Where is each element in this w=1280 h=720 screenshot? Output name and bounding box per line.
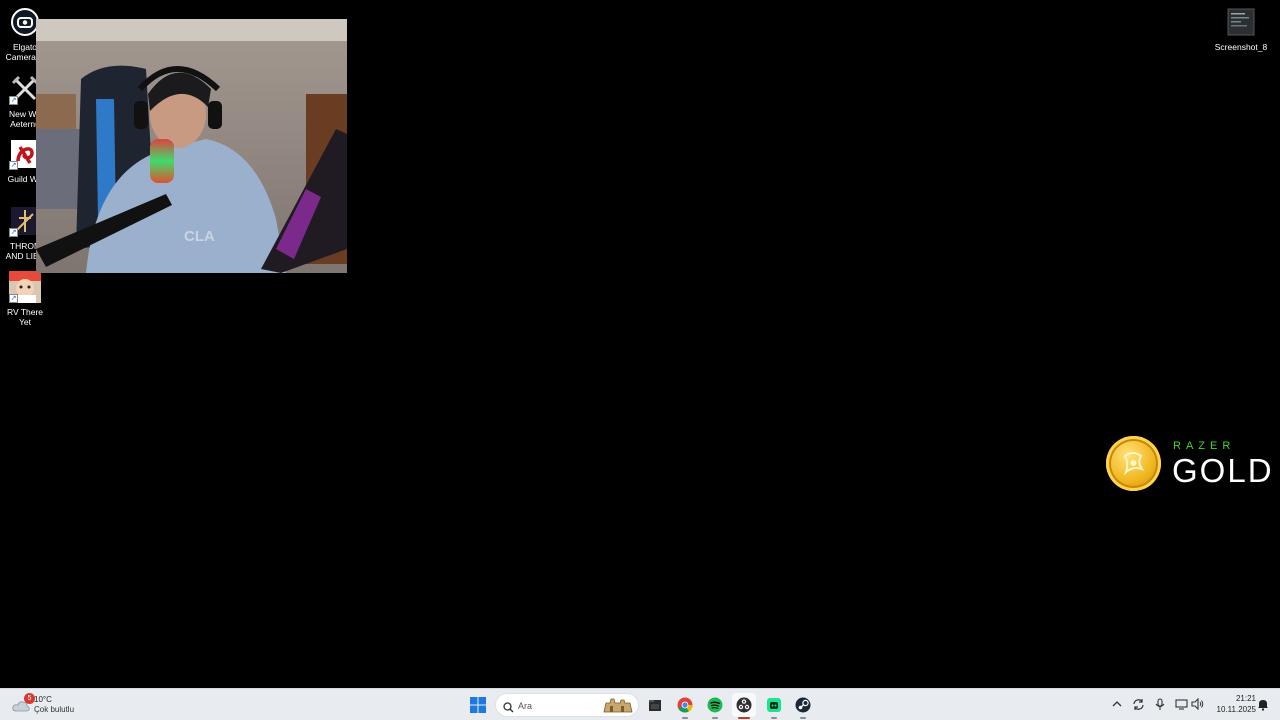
weather-temperature: 10°C [34,695,52,704]
chevron-up-icon [1112,701,1122,707]
clock-date: 10.11.2025 [1216,705,1256,714]
taskbar-obs[interactable] [732,693,756,719]
clock-time: 21:21 [1235,694,1256,703]
network-icon [1174,699,1188,710]
search-icon [503,700,514,718]
razer-brand-text: RAZER [1173,440,1236,452]
search-highlight-icon [602,697,634,718]
weather-widget[interactable]: 5 10°C Çok bulutlu [8,693,88,717]
shortcut-arrow-icon: ↗ [9,96,18,105]
tray-microphone[interactable] [1153,697,1167,711]
bell-icon [1258,698,1269,710]
tray-volume[interactable] [1190,697,1204,711]
gold-product-text: GOLD [1172,452,1274,489]
steam-icon [795,697,811,713]
shortcut-arrow-icon: ↗ [9,294,18,303]
shortcut-arrow-icon: ↗ [9,228,18,237]
taskbar-search[interactable] [495,693,639,717]
spotify-icon [707,697,723,713]
weather-condition: Çok bulutlu [34,705,75,714]
chat-app-icon [767,698,781,712]
notifications-button[interactable] [1256,697,1270,711]
desktop-icon-label: RV There Yet [6,307,44,327]
speaker-icon [1190,698,1203,710]
sync-icon [1132,698,1144,710]
start-button[interactable] [466,693,490,717]
file-explorer-icon [649,700,661,711]
taskbar: 5 10°C Çok bulutlu Ara 21:21 10.11.2025 [0,688,1280,720]
desktop-icon-screenshot[interactable]: Screenshot_8 [1214,6,1268,52]
desktop: Elgato Camera H ↗ New Wo Aeternu ↗ Guild… [0,0,1280,688]
image-file-icon [1225,6,1257,38]
microphone-icon [1155,697,1165,710]
rv-there-yet-icon: ↗ [9,271,41,303]
taskbar-chrome[interactable] [673,693,697,719]
taskbar-chat-app[interactable] [762,693,786,719]
shortcut-arrow-icon: ↗ [9,161,18,170]
windows-logo-icon [470,697,486,713]
tray-sync[interactable] [1131,697,1145,711]
taskbar-steam[interactable] [791,693,815,719]
taskbar-spotify[interactable] [703,693,727,719]
razer-gold-logo: RAZER GOLD [1106,436,1272,492]
taskbar-clock[interactable]: 21:21 10.11.2025 [1206,693,1256,715]
razer-coin-icon [1106,436,1161,491]
search-input[interactable] [518,698,598,714]
taskbar-file-explorer[interactable] [643,693,667,717]
tray-network[interactable] [1174,697,1188,711]
svg-text:CLA: CLA [184,228,215,245]
show-hidden-icons-button[interactable] [1110,697,1124,711]
chrome-icon [677,697,693,713]
webcam-video-frame: CLA [36,19,347,273]
desktop-icon-label: Screenshot_8 [1214,42,1268,52]
obs-icon [736,697,752,713]
desktop-icon-rv-there-yet[interactable]: ↗ RV There Yet [0,271,50,327]
webcam-preview[interactable]: CLA [36,19,347,273]
